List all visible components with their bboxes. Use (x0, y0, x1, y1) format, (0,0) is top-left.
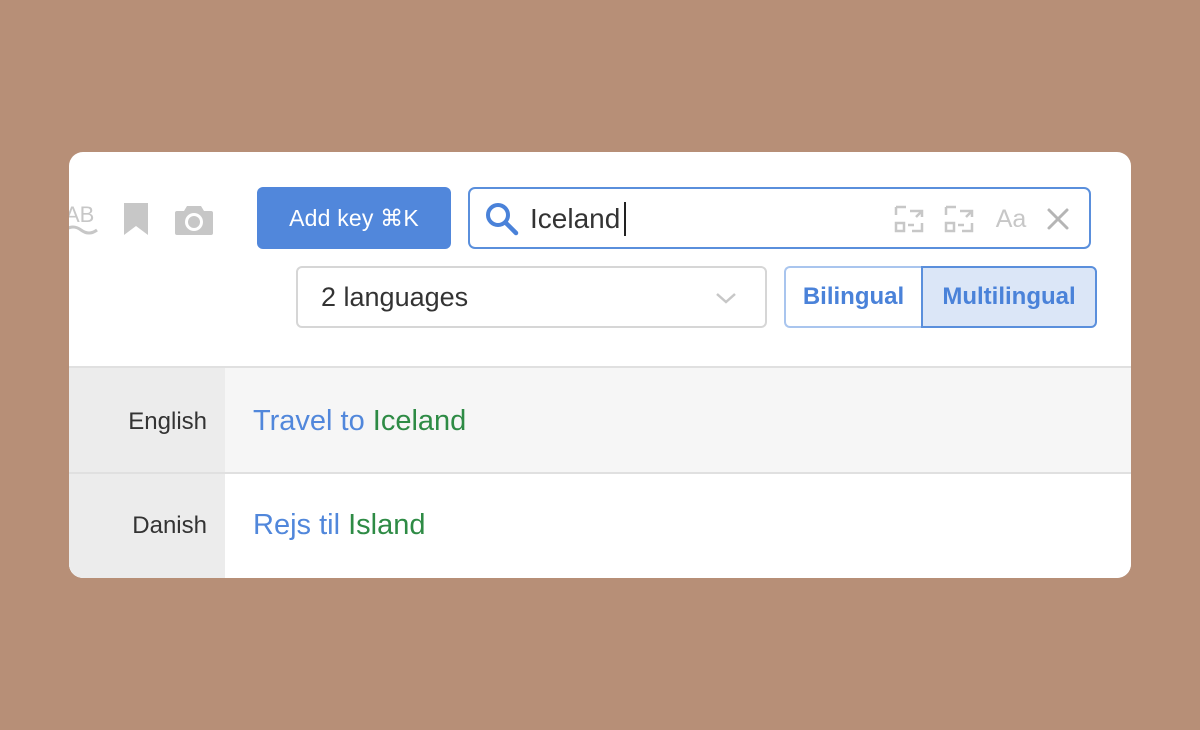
ab-translate-icon[interactable]: AB (69, 198, 99, 238)
translation-row-danish[interactable]: Danish Rejs til Island (69, 474, 1131, 578)
search-icon (486, 203, 519, 236)
languages-dropdown[interactable]: 2 languages (296, 266, 767, 328)
translation-row-english[interactable]: English Travel to Iceland (69, 368, 1131, 474)
view-mode-toggle: Bilingual Multilingual (784, 266, 1097, 328)
search-input[interactable]: Iceland (530, 202, 627, 236)
translation-text[interactable]: Rejs til Island (225, 474, 425, 578)
languages-value: 2 languages (321, 282, 469, 312)
search-match: Iceland (372, 405, 467, 437)
language-label: English (69, 368, 225, 472)
search-field[interactable]: Iceland Aa (468, 187, 1091, 249)
translation-text[interactable]: Travel to Iceland (225, 368, 466, 472)
translations-list: English Travel to Iceland Danish Rejs ti… (69, 366, 1131, 578)
text-before: Travel to (253, 405, 373, 437)
multilingual-button[interactable]: Multilingual (921, 266, 1097, 328)
add-key-button[interactable]: Add key ⌘K (257, 187, 451, 249)
clear-icon[interactable] (1043, 203, 1073, 235)
bilingual-button[interactable]: Bilingual (784, 266, 921, 328)
language-label: Danish (69, 474, 225, 578)
regex-icon[interactable] (942, 203, 976, 235)
svg-text:AB: AB (69, 202, 94, 227)
match-case-icon[interactable]: Aa (991, 203, 1031, 235)
search-match: Island (348, 509, 426, 541)
text-before: Rejs til (253, 509, 349, 541)
regex-icon[interactable] (892, 203, 926, 235)
translation-panel: AB Add key ⌘K Iceland Aa 2 languages Bil… (69, 152, 1131, 578)
camera-icon[interactable] (174, 204, 214, 236)
bookmark-icon[interactable] (122, 203, 150, 235)
chevron-down-icon (716, 293, 736, 304)
